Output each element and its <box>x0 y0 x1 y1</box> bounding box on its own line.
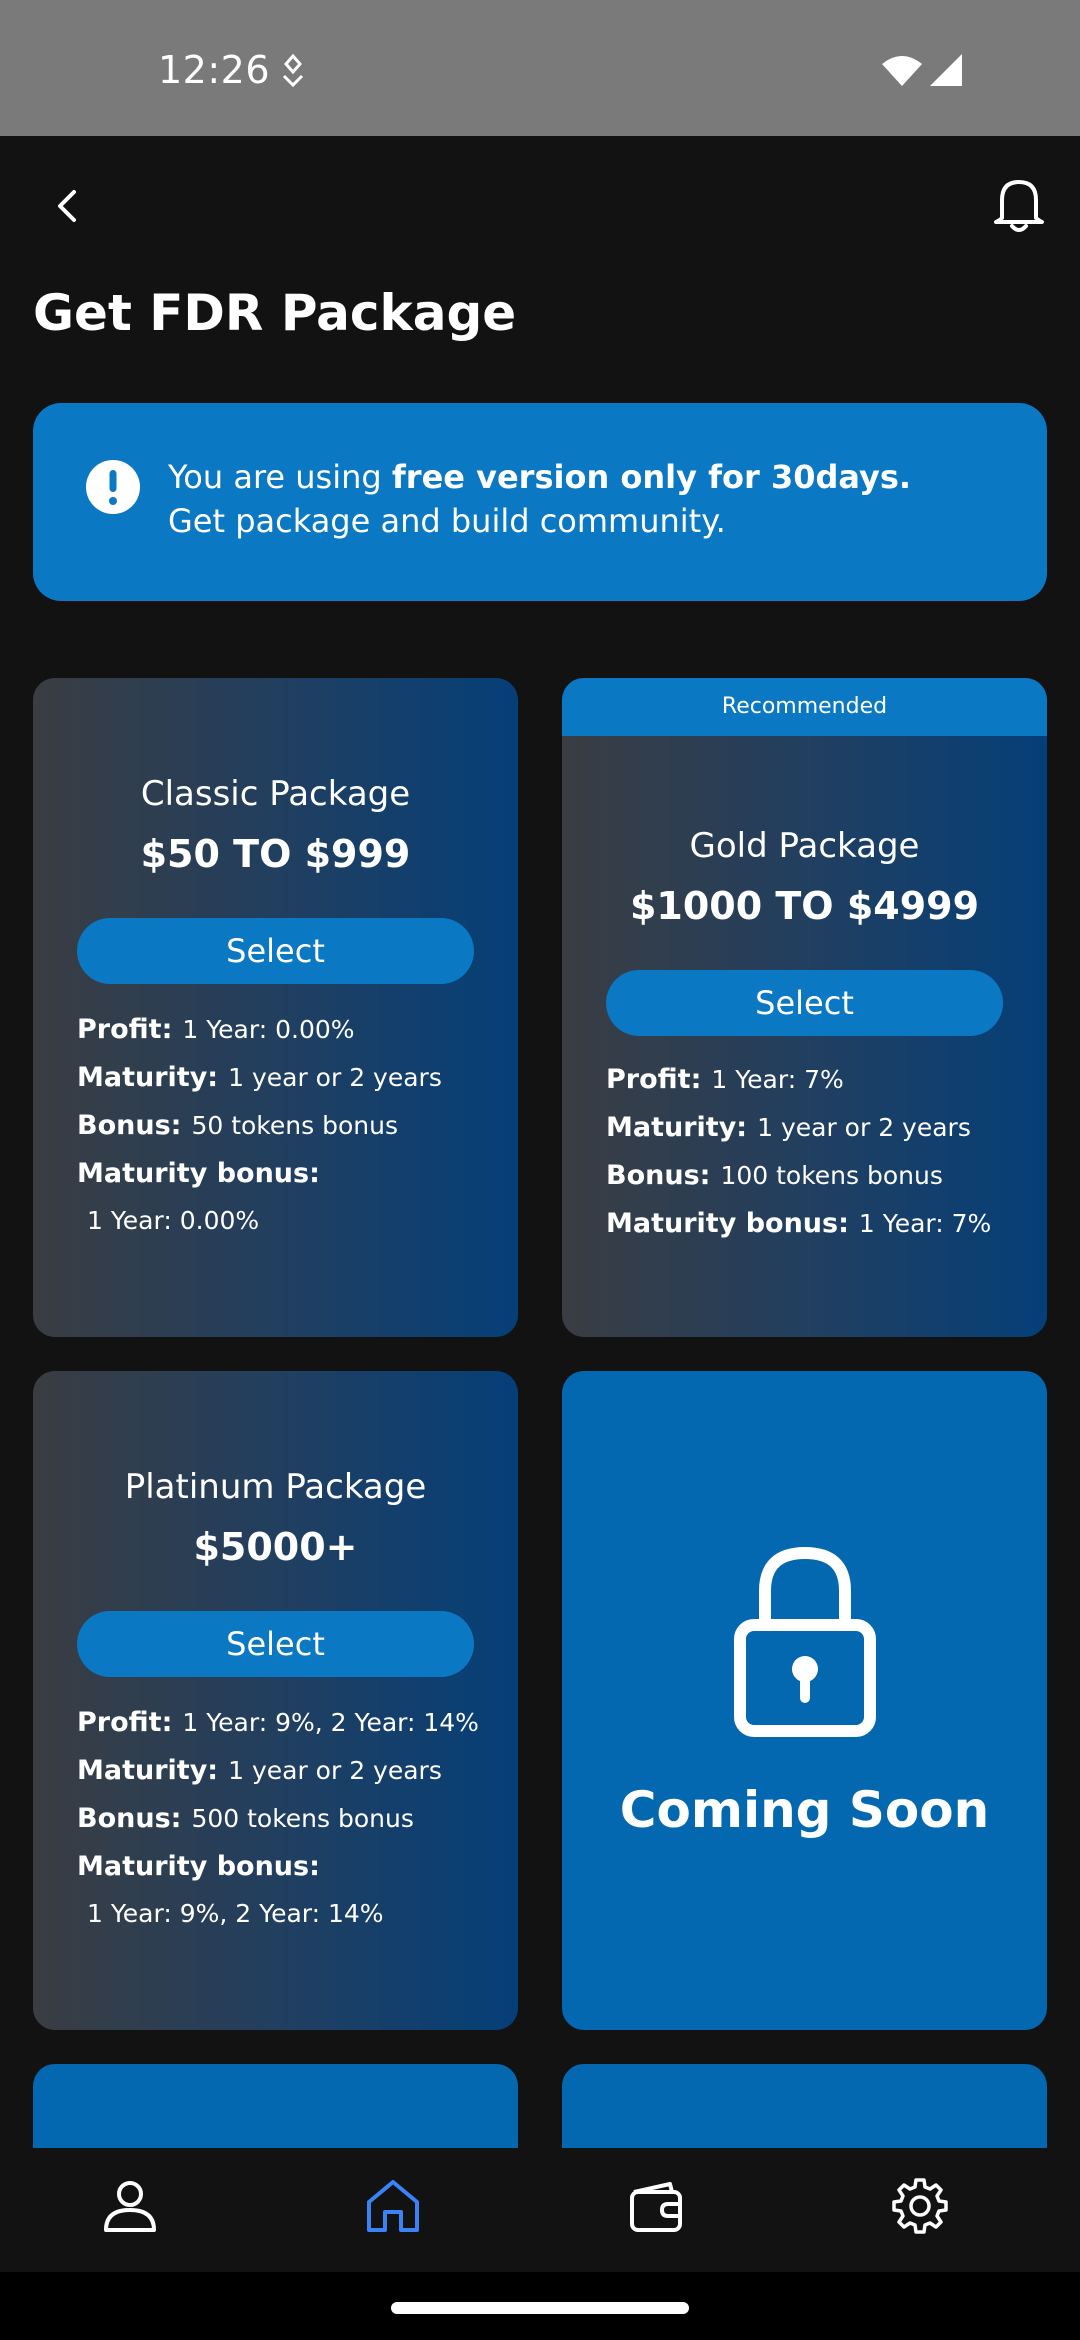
profit-label: Profit: <box>77 1707 173 1738</box>
package-name: Gold Package <box>689 826 920 866</box>
signal-icon <box>930 54 962 86</box>
notification-dot-icon <box>282 54 304 88</box>
banner-line2: Get package and build community. <box>168 502 726 540</box>
profit-row: Profit: 1 Year: 7% <box>606 1056 1035 1104</box>
profit-label: Profit: <box>77 1014 173 1045</box>
package-details: Profit: 1 Year: 0.00% Maturity: 1 year or … <box>77 1006 506 1244</box>
maturity-bonus-value: 1 Year: 7% <box>858 1209 992 1238</box>
profit-row: Profit: 1 Year: 0.00% <box>77 1006 506 1054</box>
maturity-value: 1 year or 2 years <box>228 1756 442 1785</box>
profile-icon[interactable] <box>100 2176 160 2236</box>
status-time: 12:26 <box>158 48 271 92</box>
maturity-bonus-value: 1 Year: 9%, 2 Year: 14% <box>87 1899 384 1928</box>
profit-row: Profit: 1 Year: 9%, 2 Year: 14% <box>77 1699 506 1747</box>
package-name: Platinum Package <box>124 1467 427 1507</box>
maturity-bonus-row: Maturity bonus: 1 Year: 7% <box>606 1200 1035 1248</box>
lock-icon <box>734 1546 876 1737</box>
bottom-navigation <box>0 2148 1080 2272</box>
bonus-label: Bonus: <box>77 1110 182 1141</box>
package-price: $1000 TO $4999 <box>629 884 980 928</box>
bonus-value: 50 tokens bonus <box>191 1111 398 1140</box>
settings-icon[interactable] <box>890 2176 950 2236</box>
maturity-label: Maturity: <box>77 1755 219 1786</box>
page: 12:26 Get FDR Package You are using free… <box>0 0 1080 2340</box>
wallet-icon[interactable] <box>626 2176 686 2236</box>
package-details: Profit: 1 Year: 7% Maturity: 1 year or 2 y… <box>606 1056 1035 1248</box>
maturity-bonus-label: Maturity bonus: <box>606 1208 849 1239</box>
maturity-bonus-row: Maturity bonus: <box>77 1150 506 1198</box>
bonus-row: Bonus: 50 tokens bonus <box>77 1102 506 1150</box>
bonus-label: Bonus: <box>77 1803 182 1834</box>
maturity-label: Maturity: <box>606 1112 748 1143</box>
maturity-row: Maturity: 1 year or 2 years <box>77 1054 506 1102</box>
status-bar: 12:26 <box>0 0 1080 136</box>
banner-highlight: free version only for 30days. <box>391 458 912 496</box>
package-price: $5000+ <box>193 1525 358 1569</box>
profit-value: 1 Year: 7% <box>711 1065 844 1094</box>
select-platinum-button[interactable]: Select <box>77 1611 474 1677</box>
home-icon[interactable] <box>363 2176 423 2236</box>
banner-prefix: You are using <box>168 458 392 496</box>
profit-value: 1 Year: 9%, 2 Year: 14% <box>182 1708 479 1737</box>
select-gold-button[interactable]: Select <box>606 970 1003 1036</box>
maturity-value: 1 year or 2 years <box>757 1113 971 1142</box>
coming-soon-label: Coming Soon <box>619 1781 990 1839</box>
page-title: Get FDR Package <box>33 284 517 342</box>
home-gesture-handle[interactable] <box>391 2302 689 2314</box>
gold-package-card: Recommended Gold Package $1000 TO $4999 … <box>562 678 1047 1337</box>
alert-icon <box>86 460 140 514</box>
recommended-ribbon: Recommended <box>562 678 1047 736</box>
platinum-package-card: Platinum Package $5000+ Select Profit: 1 … <box>33 1371 518 2030</box>
classic-package-card: Classic Package $50 TO $999 Select Profi… <box>33 678 518 1337</box>
package-name: Classic Package <box>140 774 411 814</box>
profit-label: Profit: <box>606 1064 702 1095</box>
bonus-label: Bonus: <box>606 1160 711 1191</box>
bonus-row: Bonus: 500 tokens bonus <box>77 1795 506 1843</box>
back-icon[interactable] <box>46 180 90 232</box>
free-version-banner: You are using free version only for 30da… <box>33 403 1047 601</box>
bonus-value: 100 tokens bonus <box>720 1161 943 1190</box>
maturity-row: Maturity: 1 year or 2 years <box>606 1104 1035 1152</box>
profit-value: 1 Year: 0.00% <box>182 1015 355 1044</box>
maturity-bonus-label: Maturity bonus: <box>77 1158 320 1189</box>
maturity-bonus-label: Maturity bonus: <box>77 1851 320 1882</box>
bonus-value: 500 tokens bonus <box>191 1804 414 1833</box>
bonus-row: Bonus: 100 tokens bonus <box>606 1152 1035 1200</box>
maturity-bonus-value: 1 Year: 0.00% <box>87 1206 260 1235</box>
maturity-bonus-row: Maturity bonus: <box>77 1843 506 1891</box>
package-details: Profit: 1 Year: 9%, 2 Year: 14% Maturity:… <box>77 1699 506 1937</box>
banner-text: You are using free version only for 30da… <box>168 455 1017 543</box>
maturity-label: Maturity: <box>77 1062 219 1093</box>
maturity-row: Maturity: 1 year or 2 years <box>77 1747 506 1795</box>
bell-icon[interactable] <box>990 172 1048 236</box>
select-classic-button[interactable]: Select <box>77 918 474 984</box>
wifi-icon <box>882 56 922 86</box>
gesture-bar <box>0 2272 1080 2340</box>
maturity-value: 1 year or 2 years <box>228 1063 442 1092</box>
coming-soon-card: Coming Soon <box>562 1371 1047 2030</box>
package-price: $50 TO $999 <box>140 832 411 876</box>
